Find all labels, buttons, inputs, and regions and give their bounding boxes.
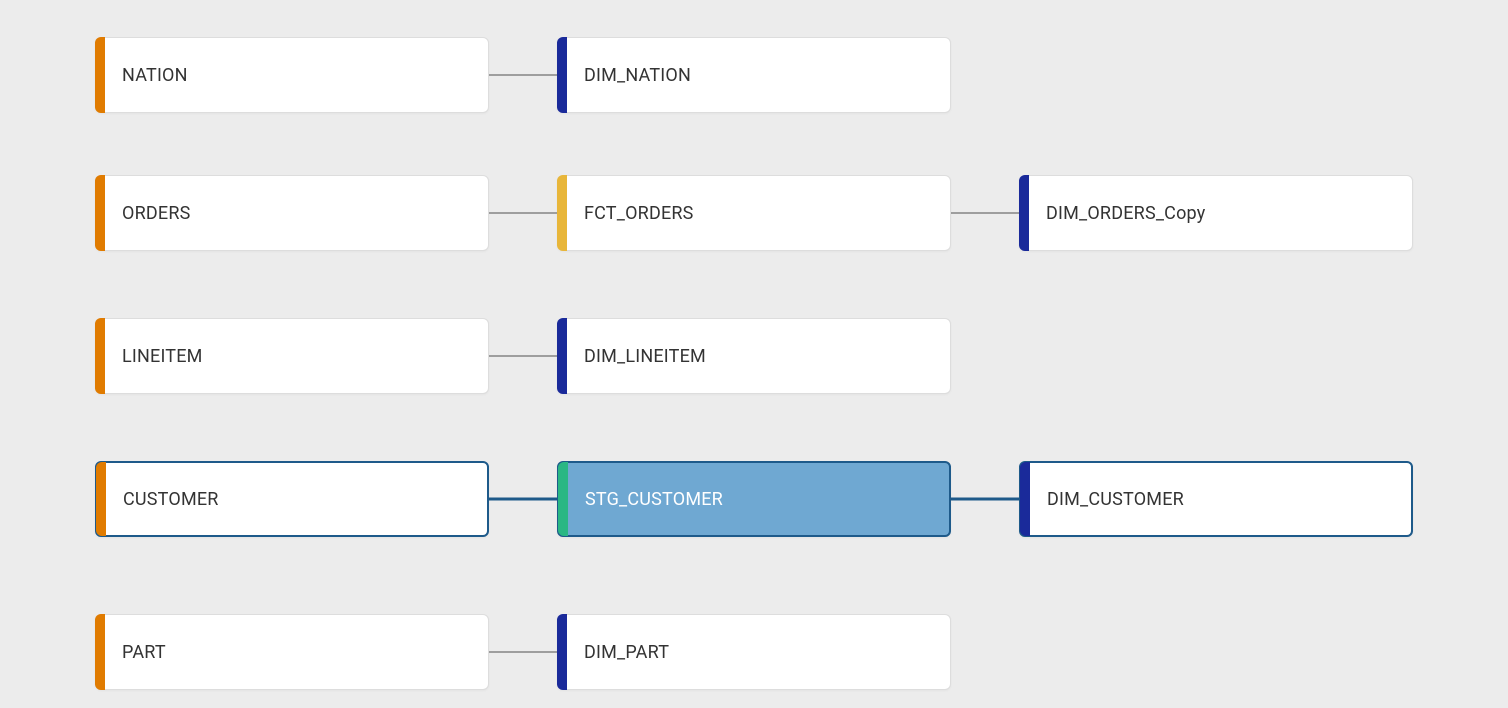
node-label: NATION: [122, 65, 188, 86]
node-fct-orders[interactable]: FCT_ORDERS: [557, 175, 951, 251]
node-dim-lineitem[interactable]: DIM_LINEITEM: [557, 318, 951, 394]
node-part[interactable]: PART: [95, 614, 489, 690]
accent-bar: [557, 175, 567, 251]
node-customer[interactable]: CUSTOMER: [95, 461, 489, 537]
accent-bar: [558, 462, 568, 536]
node-label: DIM_LINEITEM: [584, 346, 706, 367]
node-orders[interactable]: ORDERS: [95, 175, 489, 251]
node-label: DIM_NATION: [584, 65, 691, 86]
accent-bar: [95, 37, 105, 113]
node-label: STG_CUSTOMER: [585, 489, 723, 510]
node-label: PART: [122, 642, 166, 663]
accent-bar: [557, 318, 567, 394]
node-dim-customer[interactable]: DIM_CUSTOMER: [1019, 461, 1413, 537]
accent-bar: [95, 614, 105, 690]
accent-bar: [557, 37, 567, 113]
node-label: FCT_ORDERS: [584, 203, 694, 224]
node-label: ORDERS: [122, 203, 191, 224]
node-stg-customer[interactable]: STG_CUSTOMER: [557, 461, 951, 537]
node-nation[interactable]: NATION: [95, 37, 489, 113]
node-dim-part[interactable]: DIM_PART: [557, 614, 951, 690]
accent-bar: [95, 175, 105, 251]
node-dim-nation[interactable]: DIM_NATION: [557, 37, 951, 113]
accent-bar: [96, 462, 106, 536]
node-label: DIM_CUSTOMER: [1047, 489, 1184, 510]
accent-bar: [557, 614, 567, 690]
node-label: LINEITEM: [122, 346, 203, 367]
node-dim-orders-copy[interactable]: DIM_ORDERS_Copy: [1019, 175, 1413, 251]
node-lineitem[interactable]: LINEITEM: [95, 318, 489, 394]
node-label: CUSTOMER: [123, 489, 219, 510]
node-label: DIM_ORDERS_Copy: [1046, 203, 1205, 224]
accent-bar: [1019, 175, 1029, 251]
node-label: DIM_PART: [584, 642, 669, 663]
accent-bar: [95, 318, 105, 394]
accent-bar: [1020, 462, 1030, 536]
